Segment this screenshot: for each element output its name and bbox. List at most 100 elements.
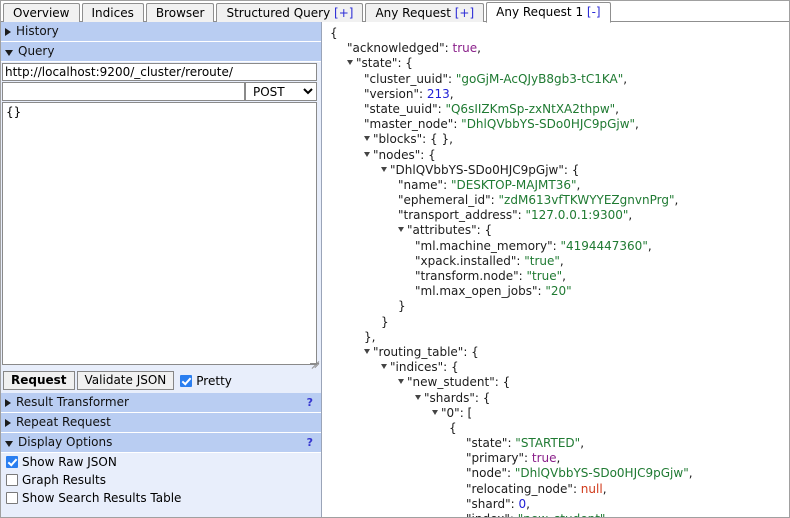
display-option-show-raw-json[interactable]: Show Raw JSON <box>1 453 321 471</box>
json-collapse-toggle-icon[interactable] <box>415 394 421 400</box>
json-punct: : <box>419 86 427 101</box>
json-line: "nodes": { <box>330 148 789 163</box>
tab-overview[interactable]: Overview <box>3 3 80 22</box>
sidebar-section-result-transformer[interactable]: Result Transformer ? <box>1 393 321 413</box>
json-punct: , <box>576 177 581 192</box>
any-request-window: Overview Indices Browser Structured Query [… <box>0 0 790 518</box>
json-punct: : { <box>443 360 459 375</box>
checkbox-icon <box>6 474 18 486</box>
chevron-right-icon <box>5 398 11 407</box>
json-line: "relocating_node": null, <box>330 482 789 497</box>
json-collapse-toggle-icon[interactable] <box>398 227 404 233</box>
sidebar-section-query[interactable]: Query <box>1 42 321 62</box>
json-key: "cluster_uuid" <box>364 71 449 86</box>
tab-label: Indices <box>91 6 134 20</box>
json-key: "name" <box>398 177 444 192</box>
json-collapse-toggle-icon[interactable] <box>347 60 353 66</box>
json-line: "routing_table": { <box>330 345 789 360</box>
json-collapse-toggle-icon[interactable] <box>381 364 387 370</box>
json-line: "ephemeral_id": "zdM613vfTKWYYEZgnvnPrg"… <box>330 193 789 208</box>
tab-add-icon[interactable]: [+] <box>330 6 353 20</box>
json-key: "index" <box>466 512 510 517</box>
json-value: null <box>580 481 603 496</box>
json-punct: : <box>444 41 453 56</box>
json-value: 213 <box>426 86 450 101</box>
json-value: "new_student" <box>518 512 606 517</box>
section-label-repeat-request: Repeat Request <box>16 415 111 429</box>
json-punct: : <box>510 512 518 517</box>
sidebar-section-repeat-request[interactable]: Repeat Request <box>1 413 321 433</box>
json-response-viewer[interactable]: {"acknowledged": true, "state": {"cluster… <box>322 22 789 517</box>
json-punct: : <box>448 71 456 86</box>
json-key: "relocating_node" <box>466 481 573 496</box>
json-collapse-toggle-icon[interactable] <box>364 348 370 354</box>
section-label-display-options: Display Options <box>18 435 113 449</box>
display-option-show-search-results-table[interactable]: Show Search Results Table <box>1 489 321 507</box>
sidebar-section-history[interactable]: History <box>1 22 321 42</box>
json-line: "new_student": { <box>330 375 789 390</box>
json-punct: : <box>443 177 451 192</box>
tab-browser[interactable]: Browser <box>145 3 215 22</box>
json-key: "primary" <box>466 451 525 466</box>
json-punct: { <box>330 26 338 40</box>
request-actions: Request Validate JSON Pretty <box>3 371 321 390</box>
json-key: "state" <box>356 56 398 71</box>
help-icon-display-options[interactable]: ? <box>307 433 313 452</box>
json-collapse-toggle-icon[interactable] <box>381 166 387 172</box>
json-key: "nodes" <box>373 147 421 162</box>
tab-label: Structured Query <box>226 6 331 20</box>
validate-json-button[interactable]: Validate JSON <box>76 371 175 390</box>
chevron-down-icon <box>5 49 13 56</box>
json-punct: : <box>518 269 527 283</box>
json-collapse-toggle-icon[interactable] <box>398 379 404 385</box>
request-button[interactable]: Request <box>3 371 75 390</box>
json-punct: , <box>602 481 607 496</box>
json-punct: : [ <box>459 405 473 420</box>
json-punct: }, <box>364 329 376 344</box>
json-collapse-toggle-icon[interactable] <box>432 409 438 415</box>
json-value: "127.0.0.1:9300" <box>525 208 629 223</box>
tab-close-icon[interactable]: [-] <box>583 5 601 19</box>
json-value: 0 <box>518 496 527 511</box>
json-punct: , <box>647 238 652 253</box>
json-key: "shard" <box>466 496 511 511</box>
pretty-label: Pretty <box>196 373 232 388</box>
tab-add-icon[interactable]: [+] <box>451 6 474 20</box>
json-punct: { <box>449 420 457 435</box>
json-collapse-toggle-icon[interactable] <box>364 151 370 157</box>
request-body-textarea[interactable]: {} <box>2 102 317 365</box>
json-punct: } <box>381 314 389 329</box>
body-split: History Query GETPOSTPUTDELETEHEAD {} <box>1 22 789 517</box>
display-option-label: Show Search Results Table <box>22 491 182 505</box>
request-url-input[interactable] <box>2 63 317 81</box>
tab-indices[interactable]: Indices <box>81 3 144 22</box>
json-key: "blocks" <box>373 132 423 147</box>
json-punct: , <box>635 117 639 132</box>
json-line: } <box>330 315 789 330</box>
json-punct: : <box>524 451 532 466</box>
json-key: "0" <box>441 405 460 420</box>
json-line: "DhlQVbbYS-SDo0HJC9pGjw": { <box>330 163 789 178</box>
json-key: "version" <box>364 86 419 101</box>
request-param-input[interactable] <box>2 82 245 101</box>
json-key: "xpack.installed" <box>415 253 517 268</box>
tab-any-request-1[interactable]: Any Request 1 [-] <box>486 2 611 23</box>
pretty-checkbox[interactable]: Pretty <box>180 374 232 388</box>
json-key: "routing_table" <box>373 344 464 359</box>
help-icon-result-transformer[interactable]: ? <box>307 393 313 412</box>
tab-structured-query[interactable]: Structured Query [+] <box>216 3 364 22</box>
json-key: "ml.max_open_jobs" <box>415 284 538 299</box>
tab-label: Any Request <box>375 6 451 20</box>
tab-any-request[interactable]: Any Request [+] <box>365 3 485 22</box>
json-collapse-toggle-icon[interactable] <box>364 136 370 142</box>
sidebar-section-display-options[interactable]: Display Options ? <box>1 433 321 453</box>
display-option-graph-results[interactable]: Graph Results <box>1 471 321 489</box>
json-key: "attributes" <box>407 223 477 238</box>
json-line: }, <box>330 330 789 345</box>
json-key: "DhlQVbbYS-SDo0HJC9pGjw" <box>390 162 564 177</box>
json-value: "STARTED" <box>515 436 581 451</box>
json-line: "name": "DESKTOP-MAJMT36", <box>330 178 789 193</box>
json-line: "master_node": "DhlQVbbYS-SDo0HJC9pGjw", <box>330 117 789 132</box>
json-punct: : { <box>494 375 511 390</box>
http-method-select[interactable]: GETPOSTPUTDELETEHEAD <box>245 82 317 101</box>
